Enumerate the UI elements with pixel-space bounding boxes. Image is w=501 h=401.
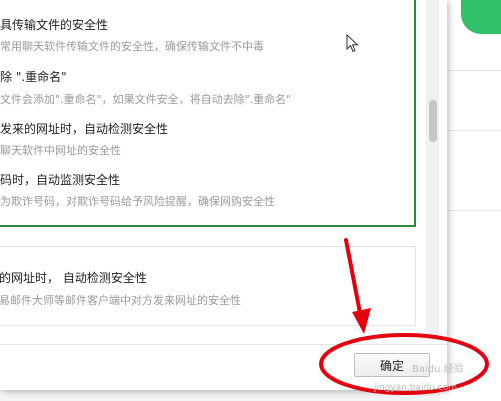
item-title: 发来的网址时，自动检测安全性 (0, 122, 169, 136)
item-title: 的网址时， 自动检测安全性 (0, 271, 147, 285)
watermark-url: jingyan.baidu.com (374, 383, 458, 393)
background-divider (448, 70, 501, 71)
background-divider (448, 130, 501, 131)
item-description: 文件会添加".重命名"，如果文件安全，将自动去除".重命名" (0, 93, 292, 106)
item-description: 易邮件大师等邮件客户端中对方发来网址的安全性 (0, 294, 241, 307)
background-divider (448, 210, 501, 211)
watermark-logo: Baidu 经验 (412, 364, 464, 375)
vertical-scrollbar[interactable] (426, 0, 439, 340)
screen: 具传输文件的安全性 常用聊天软件传输文件的安全性，确保传输文件不中毒 除 ".重… (0, 0, 501, 401)
item-title: 除 ".重命名" (0, 70, 67, 84)
item-title: 码时，自动监测安全性 (0, 173, 121, 187)
background-green-badge (461, 0, 501, 34)
item-description: 聊天软件中网址的安全性 (0, 144, 121, 157)
item-description: 常用聊天软件传输文件的安全性，确保传输文件不中毒 (0, 40, 264, 53)
scrollbar-thumb[interactable] (429, 100, 437, 142)
red-arrow-annotation (344, 238, 371, 334)
mouse-cursor-icon (346, 34, 359, 53)
item-description: 为欺诈号码，对欺诈号码给予风险提醒，确保网购安全性 (0, 195, 275, 208)
item-title: 具传输文件的安全性 (0, 18, 109, 32)
